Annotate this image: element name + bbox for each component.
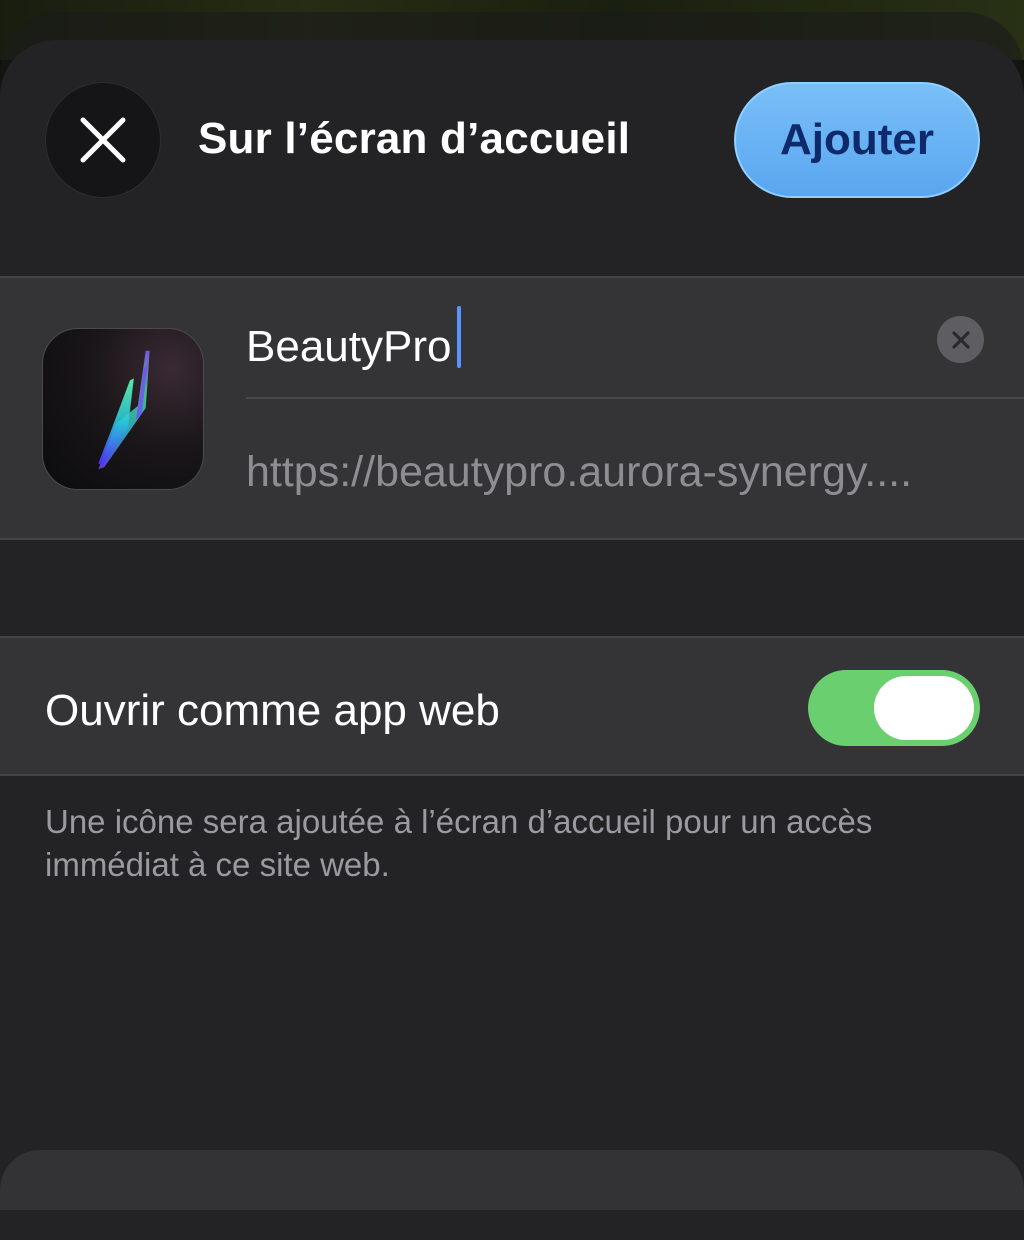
open-as-web-app-row: Ouvrir comme app web [0, 636, 1024, 776]
open-as-web-app-toggle[interactable] [808, 670, 980, 746]
text-cursor [457, 306, 461, 368]
clear-text-icon [951, 330, 970, 349]
sheet-title: Sur l’écran d’accueil [198, 114, 631, 163]
toggle-knob [874, 676, 974, 740]
add-button[interactable]: Ajouter [734, 82, 980, 198]
close-icon [80, 117, 126, 163]
app-info-group: https://beautypro.aurora-synergy.... [0, 276, 1024, 540]
site-url: https://beautypro.aurora-synergy.... [246, 448, 913, 496]
bottom-sheet-edge [0, 1150, 1024, 1210]
close-button[interactable] [45, 82, 161, 198]
app-icon [42, 328, 204, 490]
clear-text-button[interactable] [937, 316, 984, 363]
open-as-web-app-label: Ouvrir comme app web [45, 686, 500, 735]
footnote-text: Une icône sera ajoutée à l’écran d’accue… [45, 803, 873, 883]
app-name-input[interactable] [246, 312, 946, 382]
field-divider [246, 397, 1024, 399]
